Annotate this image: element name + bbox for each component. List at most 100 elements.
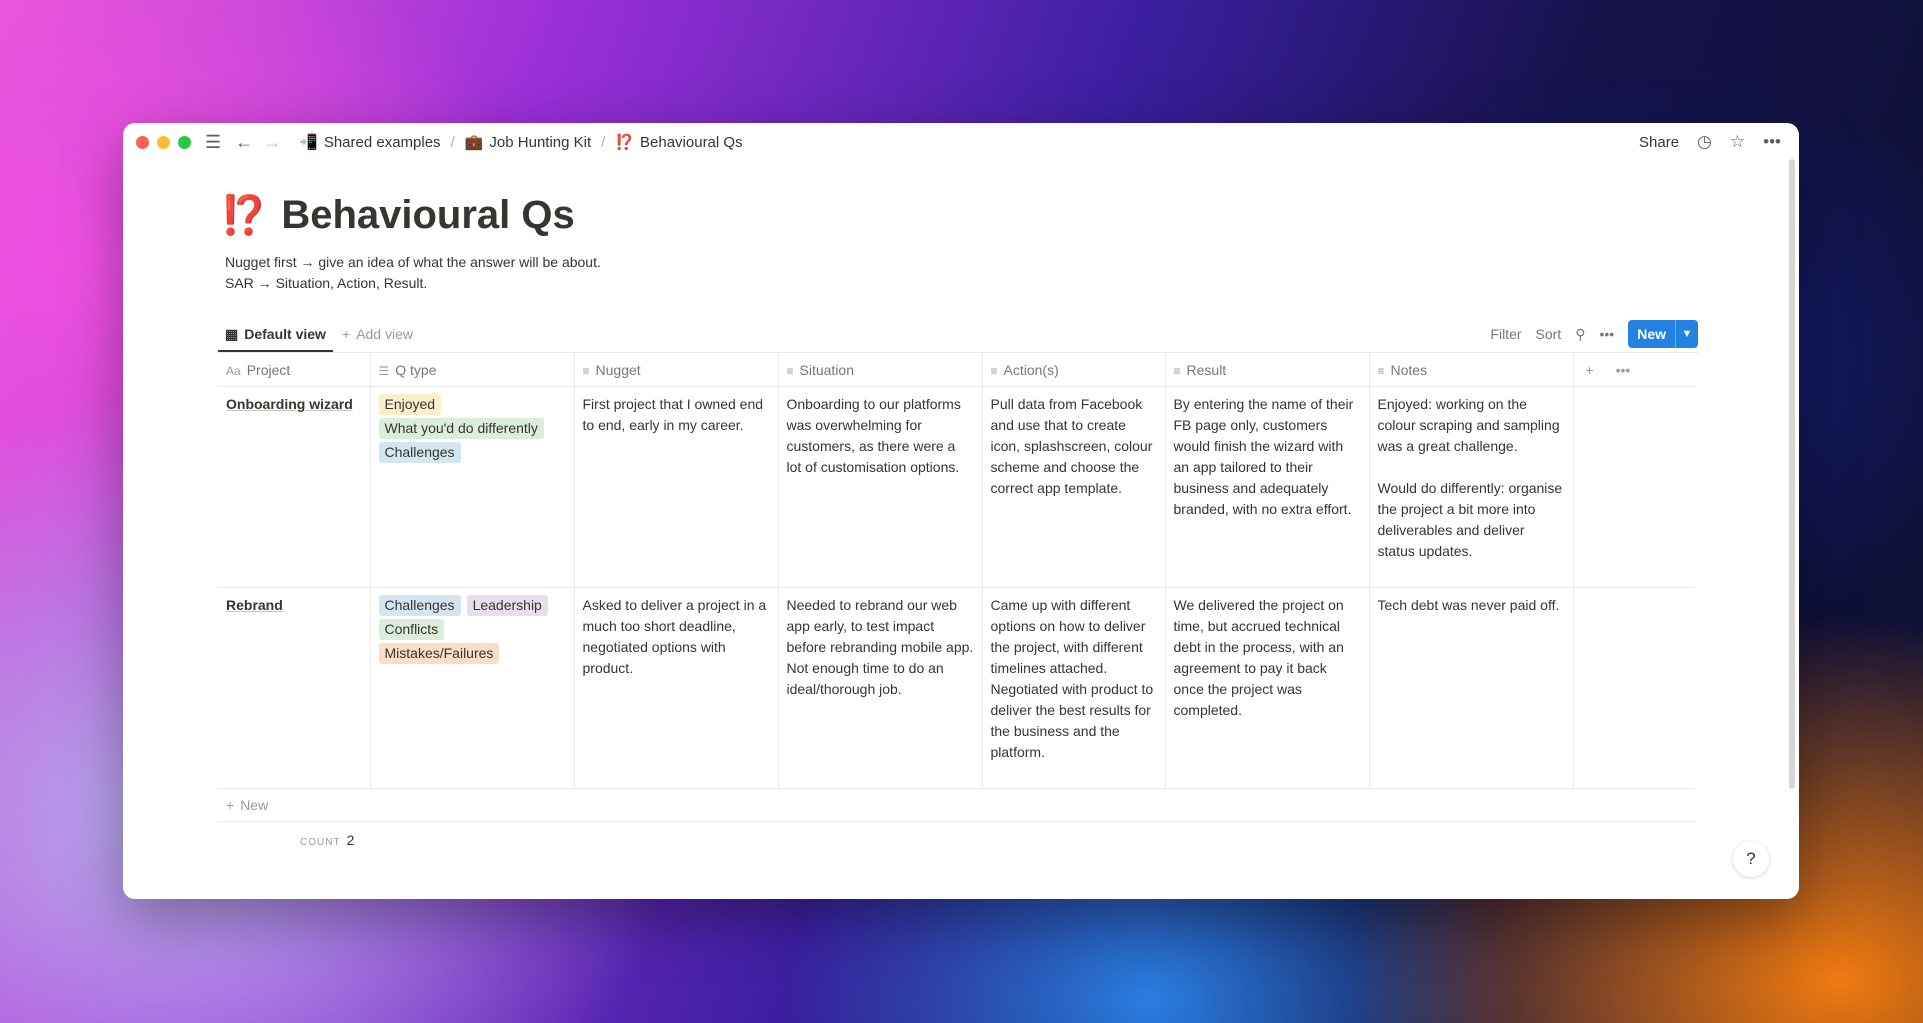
plus-icon: + [226, 797, 235, 813]
cell-result[interactable]: We delivered the project on time, but ac… [1165, 587, 1370, 789]
history-clock-icon[interactable]: ◷ [1697, 132, 1712, 152]
column-header-situation[interactable]: ≡ Situation [778, 353, 983, 387]
breadcrumb: 📲 Shared examples / 💼 Job Hunting Kit / … [295, 131, 746, 153]
page-header: ⁉️ Behavioural Qs [220, 193, 1698, 238]
database-view-bar: ▦ Default view + Add view Filter Sort ⚲ … [218, 318, 1698, 353]
title-property-icon: Aa [226, 363, 241, 378]
breadcrumb-label: Behavioural Qs [640, 133, 743, 151]
column-header-actions[interactable]: ≡ Action(s) [982, 353, 1166, 387]
cell-actions[interactable]: Pull data from Facebook and use that to … [982, 386, 1166, 588]
text-property-icon: ≡ [1377, 363, 1385, 378]
table-row[interactable]: Rebrand Challenges Leadership Conflicts … [218, 587, 1695, 789]
table-view-icon: ▦ [225, 325, 239, 342]
page-content: ⁉️ Behavioural Qs Nugget first → give an… [218, 193, 1698, 848]
page-icon[interactable]: ⁉️ [220, 194, 267, 238]
breadcrumb-icon: 💼 [464, 134, 484, 151]
cell-q-type[interactable]: Challenges Leadership Conflicts Mistakes… [370, 587, 575, 789]
page-description[interactable]: Nugget first → give an idea of what the … [225, 252, 1698, 294]
sort-button[interactable]: Sort [1536, 326, 1562, 342]
column-label: Notes [1390, 361, 1428, 378]
text-property-icon: ≡ [582, 363, 590, 378]
title-bar: ☰ ← → 📲 Shared examples / 💼 Job Hunting … [123, 123, 1799, 161]
add-view-button[interactable]: + Add view [342, 318, 413, 350]
topbar-actions: Share ◷ ☆ ••• [1639, 123, 1781, 161]
zoom-window-button[interactable] [178, 135, 191, 149]
count-summary[interactable]: COUNT 2 [300, 832, 1698, 848]
app-window: ☰ ← → 📲 Shared examples / 💼 Job Hunting … [123, 123, 1799, 899]
column-label: Result [1186, 361, 1227, 378]
breadcrumb-separator: / [450, 133, 455, 151]
cell-nugget[interactable]: Asked to deliver a project in a much too… [574, 587, 779, 789]
back-arrow-icon[interactable]: ← [235, 132, 253, 153]
cell-actions[interactable]: Came up with different options on how to… [982, 587, 1166, 789]
breadcrumb-icon: ⁉️ [615, 134, 635, 151]
column-header-notes[interactable]: ≡ Notes [1369, 353, 1574, 387]
favorite-star-icon[interactable]: ☆ [1730, 132, 1745, 152]
new-row-label: New [240, 797, 269, 813]
sidebar-toggle-icon[interactable]: ☰ [205, 132, 221, 153]
help-button[interactable]: ? [1733, 841, 1769, 877]
breadcrumb-icon: 📲 [299, 134, 318, 151]
close-window-button[interactable] [136, 135, 149, 149]
tag-mistakes-failures: Mistakes/Failures [378, 643, 500, 664]
cell-q-type[interactable]: Enjoyed What you'd do differently Challe… [370, 386, 575, 588]
cell-empty [1573, 587, 1695, 789]
tag-challenges: Challenges [378, 442, 461, 463]
tab-label: Default view [244, 326, 326, 342]
tag-conflicts: Conflicts [378, 619, 445, 640]
cell-nugget[interactable]: First project that I owned end to end, e… [574, 386, 779, 588]
breadcrumb-shared-examples[interactable]: 📲 Shared examples [295, 131, 444, 153]
column-label: Nugget [595, 361, 641, 378]
cell-notes[interactable]: Enjoyed: working on the colour scraping … [1369, 386, 1574, 588]
description-line: SAR → Situation, Action, Result. [225, 275, 428, 291]
column-header-actions-extra: + ••• [1573, 353, 1695, 387]
cell-situation[interactable]: Onboarding to our platforms was overwhel… [778, 386, 983, 588]
new-button-group: New ▼ [1628, 320, 1698, 348]
add-row-button[interactable]: + New [218, 789, 1695, 822]
breadcrumb-behavioural-qs[interactable]: ⁉️ Behavioural Qs [611, 131, 746, 153]
column-label: Q type [395, 361, 437, 378]
share-button[interactable]: Share [1639, 134, 1679, 151]
page-scrollbar[interactable] [1789, 159, 1795, 789]
text-property-icon: ≡ [786, 363, 794, 378]
page-title[interactable]: Behavioural Qs [281, 193, 574, 238]
cell-situation[interactable]: Needed to rebrand our web app early, to … [778, 587, 983, 789]
breadcrumb-label: Job Hunting Kit [489, 133, 592, 151]
breadcrumb-separator: / [601, 133, 606, 151]
breadcrumb-job-hunting-kit[interactable]: 💼 Job Hunting Kit [461, 131, 595, 153]
view-more-icon[interactable]: ••• [1599, 326, 1614, 342]
more-options-icon[interactable]: ••• [1763, 132, 1781, 152]
tag-what-youd-do-differently: What you'd do differently [378, 418, 544, 439]
cell-notes[interactable]: Tech debt was never paid off. [1369, 587, 1574, 789]
forward-arrow-icon[interactable]: → [263, 132, 281, 153]
tag-leadership: Leadership [466, 595, 548, 616]
column-label: Project [246, 361, 291, 378]
column-header-q-type[interactable]: ☰ Q type [370, 353, 575, 387]
column-header-result[interactable]: ≡ Result [1165, 353, 1370, 387]
column-label: Action(s) [1003, 361, 1059, 378]
database-table: Aa Project ☰ Q type ≡ Nugget ≡ Situation ≡ Ac… [218, 353, 1695, 789]
search-icon[interactable]: ⚲ [1575, 326, 1585, 343]
table-row[interactable]: Onboarding wizard Enjoyed What you'd do … [218, 386, 1695, 588]
cell-result[interactable]: By entering the name of their FB page on… [1165, 386, 1370, 588]
cell-project[interactable]: Rebrand [218, 587, 371, 789]
property-more-icon[interactable]: ••• [1616, 362, 1631, 378]
tag-enjoyed: Enjoyed [378, 394, 442, 415]
filter-button[interactable]: Filter [1490, 326, 1521, 342]
breadcrumb-label: Shared examples [323, 133, 441, 151]
column-header-project[interactable]: Aa Project [218, 353, 371, 387]
text-property-icon: ≡ [1173, 363, 1181, 378]
count-label: COUNT [300, 837, 341, 848]
add-property-icon[interactable]: + [1586, 362, 1594, 378]
add-view-label: Add view [356, 326, 413, 342]
cell-project[interactable]: Onboarding wizard [218, 386, 371, 588]
minimize-window-button[interactable] [157, 135, 170, 149]
multi-select-icon: ☰ [378, 363, 390, 378]
column-header-nugget[interactable]: ≡ Nugget [574, 353, 779, 387]
plus-icon: + [342, 326, 351, 342]
chevron-down-icon[interactable]: ▼ [1675, 320, 1698, 348]
tag-challenges: Challenges [378, 595, 461, 616]
new-entry-button[interactable]: New [1628, 320, 1675, 348]
column-label: Situation [799, 361, 854, 378]
tab-default-view[interactable]: ▦ Default view [218, 318, 333, 352]
